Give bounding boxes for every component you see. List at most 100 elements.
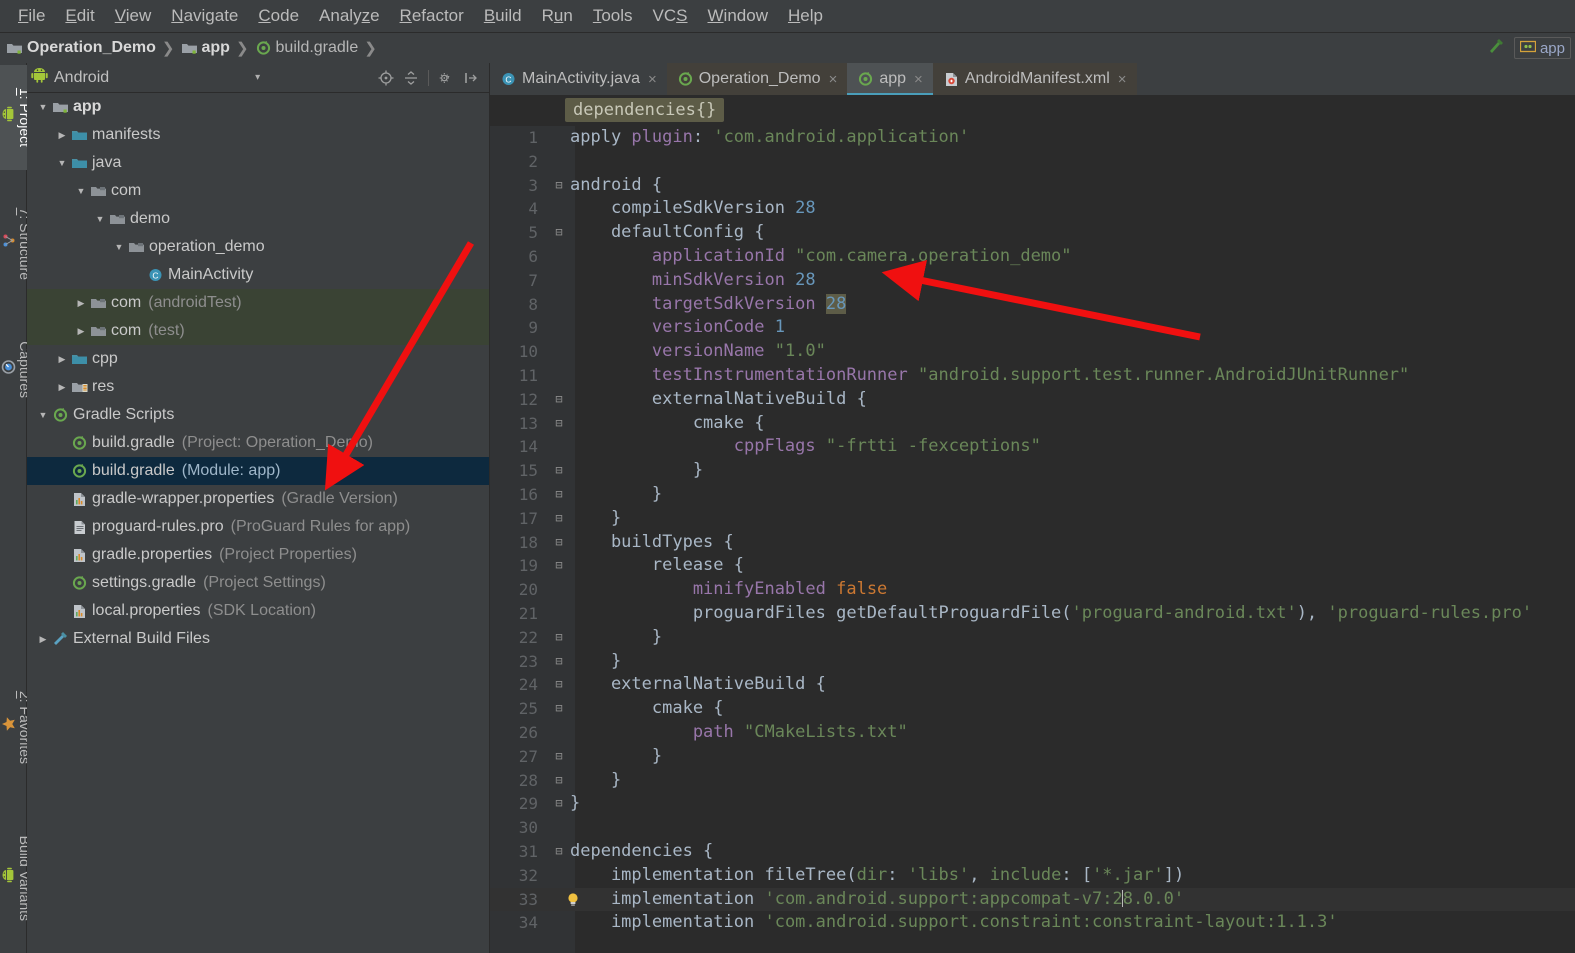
tool-window-button-build-variants[interactable]: Build Variants [0, 808, 33, 948]
fold-marker-icon[interactable]: ⊟ [552, 174, 566, 198]
breadcrumb-item-app[interactable]: app [181, 39, 230, 57]
editor-tab-mainactivity-java[interactable]: C MainActivity.java × [490, 63, 667, 95]
code-line[interactable]: 13 ⊟ cmake { [490, 412, 1575, 436]
menu-item-code[interactable]: Code [248, 4, 309, 28]
tree-node-build-gradle[interactable]: build.gradle (Module: app) [27, 457, 489, 485]
chevron-right-icon[interactable]: ▶ [35, 634, 51, 645]
menu-item-view[interactable]: View [105, 4, 162, 28]
fold-marker-icon[interactable]: ⊟ [552, 650, 566, 674]
editor-tab-app[interactable]: app × [847, 63, 934, 95]
project-view-selector[interactable]: Android ▾ [31, 67, 260, 88]
fold-marker-icon[interactable]: ⊟ [552, 769, 566, 793]
chevron-right-icon[interactable]: ▶ [54, 130, 70, 141]
code-line[interactable]: 15 ⊟ } [490, 459, 1575, 483]
tree-node-gradle-wrapper-properties[interactable]: gradle-wrapper.properties (Gradle Version… [27, 485, 489, 513]
chevron-right-icon[interactable]: ▶ [73, 298, 89, 309]
run-configuration-selector[interactable]: app [1513, 37, 1571, 59]
menu-item-navigate[interactable]: Navigate [161, 4, 248, 28]
code-line[interactable]: 20 minifyEnabled false [490, 578, 1575, 602]
tree-node-app[interactable]: ▼ app [27, 93, 489, 121]
hide-panel-icon[interactable] [463, 70, 479, 86]
code-viewport[interactable]: 1 apply plugin: 'com.android.application'… [490, 126, 1575, 953]
fold-marker-icon[interactable]: ⊟ [552, 626, 566, 650]
code-line[interactable]: 7 minSdkVersion 28 [490, 269, 1575, 293]
chevron-right-icon[interactable]: ▶ [54, 382, 70, 393]
chevron-right-icon[interactable]: ▶ [73, 326, 89, 337]
code-line[interactable]: 22 ⊟ } [490, 626, 1575, 650]
code-line[interactable]: 29 ⊟} [490, 792, 1575, 816]
chevron-down-icon[interactable]: ▼ [92, 214, 108, 224]
menu-item-tools[interactable]: Tools [583, 4, 643, 28]
code-line[interactable]: 6 applicationId "com.camera.operation_de… [490, 245, 1575, 269]
fold-marker-icon[interactable]: ⊟ [552, 745, 566, 769]
code-line[interactable]: 14 cppFlags "-frtti -fexceptions" [490, 435, 1575, 459]
tree-node-java[interactable]: ▼ java [27, 149, 489, 177]
settings-gear-icon[interactable] [438, 70, 454, 86]
fold-marker-icon[interactable]: ⊟ [552, 388, 566, 412]
tree-node-com[interactable]: ▶ com (androidTest) [27, 289, 489, 317]
code-line[interactable]: 4 compileSdkVersion 28 [490, 197, 1575, 221]
code-line[interactable]: 17 ⊟ } [490, 507, 1575, 531]
code-line[interactable]: 33 implementation 'com.android.support:a… [490, 887, 1575, 912]
code-line[interactable]: 19 ⊟ release { [490, 554, 1575, 578]
code-line[interactable]: 16 ⊟ } [490, 483, 1575, 507]
tree-node-com[interactable]: ▶ com (test) [27, 317, 489, 345]
code-line[interactable]: 27 ⊟ } [490, 745, 1575, 769]
code-line[interactable]: 26 path "CMakeLists.txt" [490, 721, 1575, 745]
chevron-down-icon[interactable]: ▼ [35, 102, 51, 112]
tree-node-gradle-scripts[interactable]: ▼ Gradle Scripts [27, 401, 489, 429]
code-line[interactable]: 24 ⊟ externalNativeBuild { [490, 673, 1575, 697]
tree-node-settings-gradle[interactable]: settings.gradle (Project Settings) [27, 569, 489, 597]
tree-node-external-build-files[interactable]: ▶ External Build Files [27, 625, 489, 653]
code-line[interactable]: 11 testInstrumentationRunner "android.su… [490, 364, 1575, 388]
fold-marker-icon[interactable]: ⊟ [552, 483, 566, 507]
code-line[interactable]: 34 implementation 'com.android.support.c… [490, 911, 1575, 935]
menu-item-vcs[interactable]: VCS [643, 4, 698, 28]
tree-node-mainactivity[interactable]: C MainActivity [27, 261, 489, 289]
close-icon[interactable]: × [914, 71, 923, 88]
chevron-down-icon[interactable]: ▼ [35, 410, 51, 420]
tree-node-res[interactable]: ▶ res [27, 373, 489, 401]
fold-marker-icon[interactable]: ⊟ [552, 221, 566, 245]
code-line[interactable]: 30 [490, 816, 1575, 840]
code-line[interactable]: 21 proguardFiles getDefaultProguardFile(… [490, 602, 1575, 626]
fold-marker-icon[interactable]: ⊟ [552, 507, 566, 531]
code-line[interactable]: 31 ⊟ dependencies { [490, 840, 1575, 864]
editor-tab-operation-demo[interactable]: Operation_Demo × [666, 63, 848, 95]
chevron-down-icon[interactable]: ▼ [54, 158, 70, 168]
menu-item-run[interactable]: Run [532, 4, 583, 28]
tree-node-gradle-properties[interactable]: gradle.properties (Project Properties) [27, 541, 489, 569]
fold-marker-icon[interactable]: ⊟ [552, 697, 566, 721]
tool-window-button-captures[interactable]: Captures [0, 315, 33, 425]
collapse-all-icon[interactable] [403, 70, 419, 86]
code-line[interactable]: 10 versionName "1.0" [490, 340, 1575, 364]
tree-node-proguard-rules-pro[interactable]: proguard-rules.pro (ProGuard Rules for ap… [27, 513, 489, 541]
menu-item-refactor[interactable]: Refactor [390, 4, 474, 28]
fold-marker-icon[interactable]: ⊟ [552, 673, 566, 697]
code-line[interactable]: 1 apply plugin: 'com.android.application' [490, 126, 1575, 150]
fold-marker-icon[interactable]: ⊟ [552, 459, 566, 483]
menu-item-window[interactable]: Window [698, 4, 778, 28]
menu-item-build[interactable]: Build [474, 4, 532, 28]
menu-item-help[interactable]: Help [778, 4, 833, 28]
editor-tab-androidmanifest-xml[interactable]: AndroidManifest.xml × [932, 63, 1137, 95]
fold-marker-icon[interactable]: ⊟ [552, 554, 566, 578]
menu-item-analyze[interactable]: Analyze [309, 4, 390, 28]
code-line[interactable]: 5 ⊟ defaultConfig { [490, 221, 1575, 245]
close-icon[interactable]: × [1118, 71, 1127, 88]
close-icon[interactable]: × [648, 71, 657, 88]
menu-item-file[interactable]: File [8, 4, 55, 28]
code-line[interactable]: 23 ⊟ } [490, 650, 1575, 674]
menu-item-edit[interactable]: Edit [55, 4, 104, 28]
code-line[interactable]: 32 implementation fileTree(dir: 'libs', … [490, 864, 1575, 888]
code-line[interactable]: 25 ⊟ cmake { [490, 697, 1575, 721]
hammer-icon[interactable] [1486, 36, 1506, 61]
fold-marker-icon[interactable]: ⊟ [552, 840, 566, 864]
code-line[interactable]: 28 ⊟ } [490, 769, 1575, 793]
breadcrumb-item-build-gradle[interactable]: build.gradle [255, 39, 358, 57]
chevron-down-icon[interactable]: ▼ [73, 186, 89, 196]
tree-node-manifests[interactable]: ▶ manifests [27, 121, 489, 149]
target-icon[interactable] [378, 70, 394, 86]
chevron-down-icon[interactable]: ▾ [255, 72, 260, 83]
breadcrumb-item-operation-demo[interactable]: Operation_Demo [6, 39, 156, 57]
